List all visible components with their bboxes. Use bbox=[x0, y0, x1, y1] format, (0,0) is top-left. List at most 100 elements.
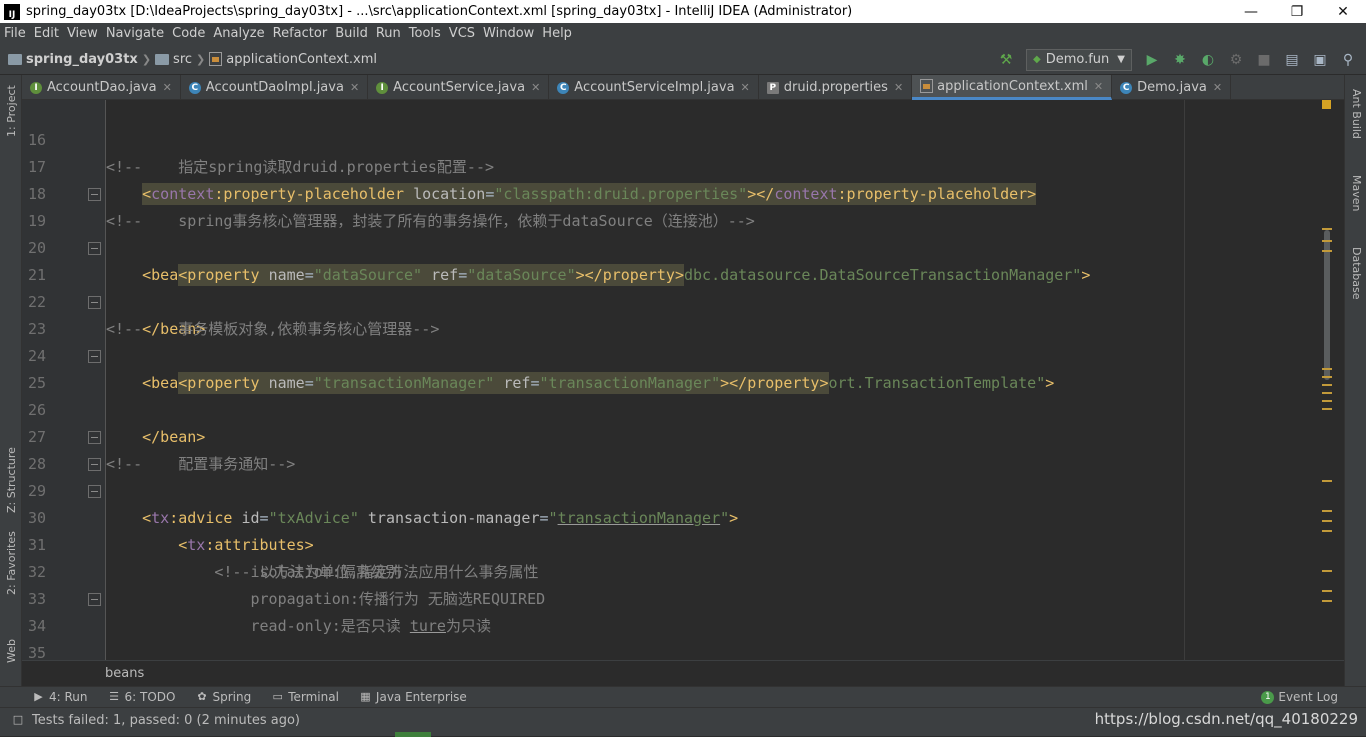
web-tool-button[interactable]: Web bbox=[5, 639, 18, 663]
tool-window-label: 6: TODO bbox=[124, 690, 176, 704]
menu-edit[interactable]: Edit bbox=[30, 26, 63, 41]
class-icon: C bbox=[188, 81, 201, 94]
breadcrumb: spring_day03tx ❯ src ❯ applicationContex… bbox=[0, 52, 377, 67]
close-icon[interactable]: ✕ bbox=[741, 81, 750, 94]
code-editor[interactable]: 16 <!-- 指定spring读取druid.properties配置--> … bbox=[22, 100, 1332, 660]
maven-tool-button[interactable]: Maven bbox=[1350, 175, 1363, 211]
run-tool-button[interactable]: ▶ 4: Run bbox=[22, 689, 98, 705]
java-enterprise-tool-button[interactable]: ▦ Java Enterprise bbox=[349, 689, 477, 705]
tab-accountserviceimpl[interactable]: C AccountServiceImpl.java ✕ bbox=[549, 75, 759, 100]
fold-icon[interactable] bbox=[88, 188, 101, 201]
favorites-tool-button[interactable]: 2: Favorites bbox=[5, 531, 18, 595]
error-stripe-marker bbox=[1322, 570, 1332, 572]
tab-accountdaoimpl[interactable]: C AccountDaoImpl.java ✕ bbox=[181, 75, 369, 100]
tab-demo[interactable]: C Demo.java ✕ bbox=[1112, 75, 1232, 100]
code-line: 33 read-only:是否只读 ture为只读 bbox=[22, 559, 1332, 635]
menu-file[interactable]: File bbox=[0, 26, 30, 41]
window-title: spring_day03tx [D:\IdeaProjects\spring_d… bbox=[26, 4, 853, 19]
menu-tools[interactable]: Tools bbox=[405, 26, 445, 41]
code-line: 21 </bean> bbox=[22, 235, 1332, 338]
stop-icon[interactable]: ■ bbox=[1256, 52, 1272, 68]
close-icon[interactable]: ✕ bbox=[163, 81, 172, 94]
tool-window-label: Java Enterprise bbox=[375, 690, 467, 704]
error-stripe[interactable] bbox=[1320, 100, 1332, 660]
todo-tool-button[interactable]: ☰ 6: TODO bbox=[98, 689, 186, 705]
breadcrumb-folder[interactable]: src bbox=[173, 52, 192, 67]
tab-accountservice[interactable]: I AccountService.java ✕ bbox=[368, 75, 550, 100]
menu-analyze[interactable]: Analyze bbox=[209, 26, 268, 41]
fold-icon[interactable] bbox=[88, 350, 101, 363]
error-stripe-marker bbox=[1322, 520, 1332, 522]
menu-refactor[interactable]: Refactor bbox=[269, 26, 332, 41]
spring-icon: ✿ bbox=[197, 690, 207, 703]
project-folder-icon bbox=[8, 53, 22, 65]
close-icon[interactable]: ✕ bbox=[1094, 80, 1103, 93]
error-stripe-marker bbox=[1322, 590, 1332, 592]
tab-label: AccountDao.java bbox=[47, 80, 157, 95]
breadcrumb-project[interactable]: spring_day03tx bbox=[26, 52, 138, 67]
ant-build-tool-button[interactable]: Ant Build bbox=[1350, 89, 1363, 139]
error-stripe-marker bbox=[1322, 228, 1332, 230]
fold-icon[interactable] bbox=[88, 593, 101, 606]
code-line: 28 <tx:advice id="txAdvice" transaction-… bbox=[22, 424, 1332, 527]
restore-button[interactable]: ❐ bbox=[1274, 4, 1320, 20]
toolbar-right: ⚒ ◆ Demo.fun ▼ ▶ ✸ ◐ ⚙ ■ ▤ ▣ ⚲ bbox=[998, 44, 1366, 75]
menu-view[interactable]: View bbox=[63, 26, 102, 41]
close-window-button[interactable]: ✕ bbox=[1320, 4, 1366, 20]
menu-vcs[interactable]: VCS bbox=[445, 26, 479, 41]
database-tool-button[interactable]: Database bbox=[1350, 247, 1363, 300]
xml-breadcrumb-beans[interactable]: beans bbox=[105, 666, 144, 681]
tab-accountdao[interactable]: I AccountDao.java ✕ bbox=[22, 75, 181, 100]
tab-label: druid.properties bbox=[783, 80, 888, 95]
error-stripe-marker bbox=[1322, 384, 1332, 386]
status-bar: □ Tests failed: 1, passed: 0 (2 minutes … bbox=[0, 707, 1366, 737]
sdk-icon[interactable]: ▣ bbox=[1312, 52, 1328, 68]
fold-icon[interactable] bbox=[88, 458, 101, 471]
profile-icon[interactable]: ⚙ bbox=[1228, 52, 1244, 68]
window-layout-icon[interactable]: □ bbox=[10, 712, 26, 728]
menu-code[interactable]: Code bbox=[168, 26, 209, 41]
project-structure-icon[interactable]: ▤ bbox=[1284, 52, 1300, 68]
interface-icon: I bbox=[30, 81, 42, 94]
breadcrumb-file[interactable]: applicationContext.xml bbox=[226, 52, 377, 67]
run-icon[interactable]: ▶ bbox=[1144, 52, 1160, 68]
menu-window[interactable]: Window bbox=[479, 26, 538, 41]
status-message[interactable]: □ Tests failed: 1, passed: 0 (2 minutes … bbox=[10, 712, 300, 728]
close-icon[interactable]: ✕ bbox=[350, 81, 359, 94]
code-line: 17 <context:property-placeholder locatio… bbox=[22, 127, 1332, 205]
terminal-tool-button[interactable]: ▭ Terminal bbox=[261, 689, 349, 705]
structure-tool-button[interactable]: Z: Structure bbox=[5, 447, 18, 513]
project-tool-button[interactable]: 1: Project bbox=[5, 85, 18, 137]
close-icon[interactable]: ✕ bbox=[531, 81, 540, 94]
menu-run[interactable]: Run bbox=[372, 26, 405, 41]
close-icon[interactable]: ✕ bbox=[894, 81, 903, 94]
folder-icon bbox=[155, 53, 170, 65]
spring-tool-button[interactable]: ✿ Spring bbox=[185, 689, 261, 705]
tool-window-label: Spring bbox=[212, 690, 252, 704]
event-log-button[interactable]: 1 Event Log bbox=[1251, 690, 1348, 704]
close-icon[interactable]: ✕ bbox=[1213, 81, 1222, 94]
fold-icon[interactable] bbox=[88, 431, 101, 444]
menu-navigate[interactable]: Navigate bbox=[102, 26, 168, 41]
tab-applicationcontext[interactable]: applicationContext.xml ✕ bbox=[912, 75, 1113, 100]
menu-help[interactable]: Help bbox=[538, 26, 576, 41]
minimize-button[interactable]: — bbox=[1228, 4, 1274, 20]
status-indicator bbox=[395, 732, 431, 737]
tab-label: AccountService.java bbox=[393, 80, 526, 95]
coverage-icon[interactable]: ◐ bbox=[1200, 52, 1216, 68]
menu-build[interactable]: Build bbox=[331, 26, 372, 41]
fold-icon[interactable] bbox=[88, 242, 101, 255]
tab-druid-properties[interactable]: P druid.properties ✕ bbox=[759, 75, 913, 100]
run-configuration-select[interactable]: ◆ Demo.fun ▼ bbox=[1026, 48, 1132, 71]
fold-icon[interactable] bbox=[88, 296, 101, 309]
watermark: https://blog.csdn.net/qq_40180229 bbox=[1094, 710, 1358, 728]
properties-icon: P bbox=[766, 81, 779, 94]
debug-icon[interactable]: ✸ bbox=[1172, 52, 1188, 68]
tool-windows-bar: ▶ 4: Run ☰ 6: TODO ✿ Spring ▭ Terminal ▦… bbox=[0, 686, 1366, 707]
warning-icon[interactable] bbox=[1322, 100, 1331, 109]
scrollbar-thumb[interactable] bbox=[1324, 230, 1330, 380]
search-icon[interactable]: ⚲ bbox=[1340, 52, 1356, 68]
fold-icon[interactable] bbox=[88, 485, 101, 498]
hammer-build-icon[interactable]: ⚒ bbox=[998, 52, 1014, 68]
tab-label: Demo.java bbox=[1137, 80, 1207, 95]
